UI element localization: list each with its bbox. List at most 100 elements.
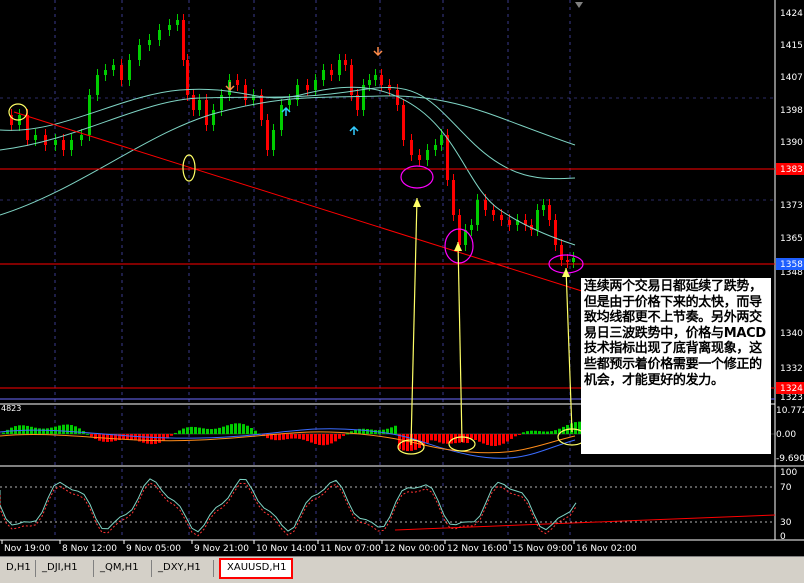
macd-bar [22, 425, 25, 434]
candle-body [288, 100, 291, 105]
candle-body [192, 95, 195, 110]
candle-body [205, 100, 208, 125]
macd-bar [574, 422, 577, 434]
time-axis-label: 8 Nov 12:00 [62, 544, 117, 554]
price-axis-label: 1332 [780, 364, 803, 374]
macd-bar [42, 428, 45, 434]
macd-bar [338, 434, 341, 439]
macd-bar [506, 434, 509, 442]
price-axis-label: 1323 [780, 393, 803, 403]
macd-bar [510, 434, 513, 439]
macd-bar [226, 425, 229, 434]
candle-body [476, 200, 479, 225]
tab-chart-qm[interactable]: _QM,H1 [94, 560, 152, 577]
price-level-badge-text: 1324 [780, 384, 803, 394]
candle-body [138, 45, 141, 60]
candle-body [350, 65, 353, 95]
candle-body [96, 75, 99, 95]
time-axis-label: Nov 19:00 [4, 544, 51, 554]
candle-body [548, 205, 551, 220]
tab-chart-xauusd[interactable]: XAUUSD,H1 [219, 558, 293, 579]
tab-chart-1[interactable]: D,H1 [0, 560, 36, 577]
macd-bar [542, 431, 545, 434]
candle-body [380, 75, 383, 85]
macd-bar [414, 434, 417, 450]
candle-body [402, 105, 405, 140]
macd-bar [206, 428, 209, 434]
macd-bar [482, 434, 485, 444]
candle-body [104, 70, 107, 75]
macd-bar [346, 433, 349, 435]
candle-body [410, 140, 413, 155]
time-axis-label: 16 Nov 02:00 [576, 544, 637, 554]
macd-bar [302, 434, 305, 440]
macd-bar [438, 434, 441, 443]
macd-bar [278, 434, 281, 441]
macd-value-label: 4823 [1, 404, 22, 413]
candle-body [296, 85, 299, 100]
candle-body [418, 155, 421, 160]
candle-body [440, 135, 443, 145]
macd-bar [530, 430, 533, 434]
macd-bar [250, 428, 253, 434]
candle-body [266, 120, 269, 150]
macd-bar [526, 431, 529, 434]
macd-bar [126, 434, 129, 440]
price-axis-label: 1340 [780, 329, 803, 339]
macd-bar [230, 424, 233, 434]
macd-bar [546, 431, 549, 434]
time-axis-label: 12 Nov 00:00 [384, 544, 445, 554]
macd-bar [382, 429, 385, 434]
candle-body [446, 135, 449, 180]
candle-body [158, 30, 161, 40]
candle-body [54, 140, 57, 145]
macd-axis-label: -9.6902 [776, 454, 804, 464]
macd-bar [146, 434, 149, 444]
time-axis-label: 15 Nov 09:00 [512, 544, 573, 554]
price-axis-label: 1424 [780, 9, 803, 19]
macd-bar [242, 424, 245, 434]
time-axis-label: 10 Nov 14:00 [256, 544, 317, 554]
macd-bar [66, 424, 69, 434]
macd-bar [406, 434, 409, 452]
time-axis-label: 12 Nov 16:00 [447, 544, 508, 554]
macd-bar [290, 434, 293, 439]
candle-body [458, 215, 461, 245]
macd-bar [2, 432, 5, 434]
macd-bar [94, 434, 97, 439]
macd-bar [142, 434, 145, 443]
macd-bar [518, 434, 521, 435]
candle-body [374, 75, 377, 80]
macd-bar [370, 429, 373, 434]
candle-body [260, 95, 263, 120]
candle-body [508, 220, 511, 225]
candle-body [280, 105, 283, 130]
macd-bar [194, 427, 197, 434]
candle-body [182, 20, 185, 60]
candle-body [500, 215, 503, 220]
macd-bar [434, 434, 437, 441]
macd-bar [306, 434, 309, 442]
macd-bar [330, 434, 333, 444]
macd-bar [458, 434, 461, 443]
macd-bar [442, 434, 445, 444]
candle-body [470, 225, 473, 230]
candle-body [362, 85, 365, 110]
tab-chart-dji[interactable]: _DJI,H1 [36, 560, 94, 577]
candle-body [314, 80, 317, 90]
macd-bar [6, 429, 9, 434]
tab-chart-dxy[interactable]: _DXY,H1 [152, 560, 214, 577]
candle-body [554, 220, 557, 245]
candle-body [168, 25, 171, 30]
stoch-axis-label: 0 [780, 532, 786, 542]
macd-bar [190, 426, 193, 434]
candle-body [542, 205, 545, 210]
macd-bar [298, 434, 301, 439]
candle-body [572, 258, 575, 262]
macd-bar [122, 434, 125, 440]
candle-body [356, 95, 359, 110]
macd-bar [550, 431, 553, 434]
macd-bar [394, 425, 397, 434]
time-axis-label: 9 Nov 21:00 [194, 544, 249, 554]
macd-bar [86, 433, 89, 435]
